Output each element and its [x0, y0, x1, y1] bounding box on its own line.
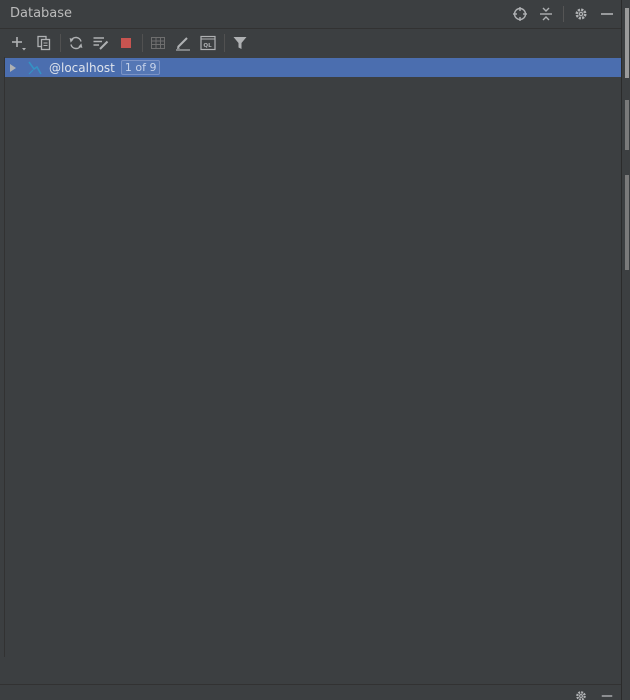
database-tree: @localhost 1 of 9: [4, 57, 623, 657]
database-toolbar: QL: [0, 29, 622, 56]
console-button[interactable]: QL: [197, 32, 219, 54]
pencil-icon: [176, 36, 190, 51]
disconnect-button[interactable]: [115, 32, 137, 54]
database-tool-window: Database QL @localhost 1 of 9: [0, 0, 630, 700]
gear-icon: [576, 691, 586, 700]
panel-title: Database: [10, 6, 73, 21]
bottom-settings-button[interactable]: [572, 687, 590, 700]
table-view-button[interactable]: [147, 32, 169, 54]
left-border: [0, 658, 4, 684]
plus-icon: [12, 36, 26, 50]
tree-node-label: @localhost: [49, 60, 115, 75]
settings-button[interactable]: [572, 5, 590, 23]
duplicate-button[interactable]: [33, 32, 55, 54]
database-stripe-tab[interactable]: [625, 8, 629, 78]
data-source-icon: [27, 60, 43, 76]
minimize-icon: [601, 695, 613, 697]
expand-arrow-icon[interactable]: [7, 62, 19, 74]
tree-node-localhost[interactable]: @localhost 1 of 9: [5, 58, 623, 77]
schema-count-badge[interactable]: 1 of 9: [120, 60, 161, 75]
bottom-actions: [564, 687, 616, 700]
bottom-hide-button[interactable]: [598, 687, 616, 700]
header-separator: [563, 6, 564, 22]
hide-button[interactable]: [598, 5, 616, 23]
filter-icon: [233, 36, 247, 49]
edit-button[interactable]: [172, 32, 194, 54]
stripe-tab[interactable]: [625, 100, 629, 150]
table-icon: [151, 36, 165, 49]
tool-window-header: Database: [0, 0, 622, 29]
svg-text:QL: QL: [203, 43, 212, 49]
right-tool-stripe: [621, 0, 630, 700]
refresh-button[interactable]: [65, 32, 87, 54]
toolbar-separator: [60, 33, 61, 52]
stripe-tab[interactable]: [625, 175, 629, 270]
filter-button[interactable]: [229, 32, 251, 54]
collapse-icon: [540, 7, 552, 21]
toolbar-separator: [224, 33, 225, 52]
locate-button[interactable]: [511, 5, 529, 23]
properties-button[interactable]: [90, 32, 112, 54]
schema-edit-icon: [93, 36, 109, 50]
bottom-tool-bar: [0, 684, 622, 700]
minimize-icon: [601, 13, 613, 15]
header-actions: [503, 5, 616, 23]
gear-icon: [575, 8, 587, 20]
duplicate-icon: [37, 35, 51, 50]
crosshair-icon: [513, 7, 527, 21]
console-icon: QL: [200, 35, 216, 50]
toolbar-separator: [142, 33, 143, 52]
stop-icon: [121, 37, 131, 48]
collapse-all-button[interactable]: [537, 5, 555, 23]
refresh-icon: [69, 36, 83, 49]
new-button[interactable]: [8, 32, 30, 54]
